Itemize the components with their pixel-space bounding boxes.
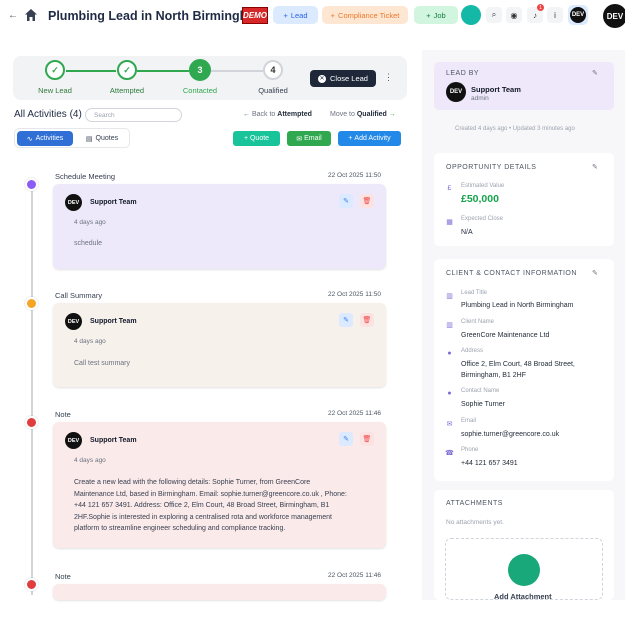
add-job-button[interactable]: + Job: [414, 6, 458, 24]
note-icon: [25, 578, 38, 591]
phone-icon: ☎: [445, 449, 454, 457]
shield-icon[interactable]: ◉: [506, 7, 522, 23]
calendar-icon: [25, 178, 38, 191]
add-compliance-ticket-button[interactable]: + Compliance Ticket: [322, 6, 408, 24]
pound-icon: £: [447, 185, 452, 192]
search-input[interactable]: Search: [85, 108, 182, 122]
activity-tabs: ∿ Activities ▤ Quotes: [14, 128, 130, 148]
delete-icon[interactable]: 🗑: [360, 194, 374, 208]
note-text: Create a new lead with the following det…: [74, 479, 347, 532]
plus-icon: +: [330, 10, 336, 20]
back-to-stage-link[interactable]: ← Back to Attempted: [243, 111, 312, 118]
mail-icon: ✉: [296, 135, 305, 143]
more-options-icon[interactable]: ⋮: [384, 72, 393, 83]
edit-icon[interactable]: ✎: [339, 313, 353, 327]
lead-by-role: admin: [471, 95, 489, 102]
activity-card: DEV Support Team 4 days ago Call test su…: [53, 303, 386, 387]
activity-date: 22 Oct 2025 11:46: [328, 410, 382, 417]
arrow-left-icon: ←: [243, 111, 250, 118]
client-name-value: GreenCore Maintenance Ltd: [461, 332, 550, 339]
activity-card: DEV Support Team 4 days ago schedule ✎ 🗑: [53, 184, 386, 269]
delete-icon[interactable]: 🗑: [360, 432, 374, 446]
activity-date: 22 Oct 2025 11:50: [328, 172, 382, 179]
edit-icon[interactable]: ✎: [592, 69, 598, 77]
email-button[interactable]: ✉ Email: [287, 131, 331, 146]
workspace-avatar[interactable]: DEV: [568, 5, 588, 25]
timeline-line: [31, 185, 33, 595]
add-quote-button[interactable]: + Quote: [233, 131, 280, 146]
home-icon[interactable]: [24, 8, 38, 22]
avatar: DEV: [65, 432, 82, 449]
user-icon: ●: [447, 390, 452, 397]
check-icon: ✓: [117, 60, 137, 80]
lead-title-value: Plumbing Lead in North Birmingham: [461, 302, 574, 309]
step-new-lead[interactable]: ✓ New Lead: [20, 60, 90, 95]
activities-title: All Activities (4): [14, 109, 82, 120]
upload-icon[interactable]: [508, 554, 540, 586]
step-contacted[interactable]: 3 Contacted: [165, 59, 235, 95]
step-qualified[interactable]: 4 Qualified: [238, 60, 308, 95]
check-icon: ✓: [45, 60, 65, 80]
avatar: DEV: [65, 194, 82, 211]
location-pin-icon: ●: [447, 350, 452, 357]
email-value[interactable]: sophie.turner@greencore.co.uk: [461, 429, 559, 440]
tab-activities[interactable]: ∿ Activities: [17, 131, 73, 146]
estimated-value: £50,000: [461, 193, 499, 205]
created-updated-text: Created 4 days ago • Updated 3 minutes a…: [455, 126, 575, 132]
user-avatar[interactable]: DEV: [603, 4, 625, 28]
plus-icon: +: [283, 10, 288, 20]
contact-name-value: Sophie Turner: [461, 401, 505, 408]
back-arrow-icon[interactable]: ←: [8, 10, 18, 21]
activity-type: Call Summary: [55, 291, 103, 300]
plus-icon: +: [426, 10, 431, 20]
page-title: Plumbing Lead in North Birmingh...: [48, 9, 258, 23]
phone-value[interactable]: +44 121 657 3491: [461, 458, 518, 469]
top-bar: ← Plumbing Lead in North Birmingh... DEM…: [0, 0, 625, 32]
note-icon: [25, 416, 38, 429]
search-icon[interactable]: ⌕: [486, 7, 502, 23]
bell-icon[interactable]: ♪ 1: [527, 4, 544, 23]
lead-by-name: Support Team: [471, 85, 521, 94]
phone-icon: [25, 297, 38, 310]
activity-card: [53, 584, 386, 600]
close-icon: ✕: [318, 74, 327, 83]
activity-icon: ∿: [26, 135, 33, 143]
building-icon: ▥: [446, 292, 453, 300]
activity-date: 22 Oct 2025 11:50: [328, 291, 382, 298]
add-activity-button[interactable]: + Add Activity: [338, 131, 401, 146]
edit-icon[interactable]: ✎: [339, 194, 353, 208]
no-attachments-text: No attachments yet.: [446, 519, 504, 526]
info-icon[interactable]: i: [547, 7, 563, 23]
activity-card: DEV Support Team 4 days ago Create a new…: [53, 422, 386, 548]
mail-icon: ✉: [446, 420, 453, 428]
expected-close: N/A: [461, 229, 473, 236]
activity-type: Schedule Meeting: [55, 172, 116, 181]
document-icon: ▤: [85, 135, 93, 143]
activity-type: Note: [55, 410, 71, 419]
app-logo-icon[interactable]: [461, 5, 481, 25]
lead-by-title: LEAD BY: [446, 70, 480, 77]
edit-icon[interactable]: ✎: [592, 163, 598, 171]
avatar: DEV: [65, 313, 82, 330]
notification-badge: 1: [537, 4, 544, 11]
move-to-stage-link[interactable]: Move to Qualified →: [330, 111, 396, 118]
demo-badge: DEMO: [242, 7, 268, 24]
building-icon: ▥: [446, 321, 453, 329]
step-attempted[interactable]: ✓ Attempted: [92, 60, 162, 95]
calendar-icon: ▦: [446, 218, 453, 226]
tab-quotes[interactable]: ▤ Quotes: [81, 131, 123, 146]
avatar: DEV: [446, 82, 466, 102]
delete-icon[interactable]: 🗑: [360, 313, 374, 327]
arrow-right-icon: →: [388, 111, 396, 118]
address-value: Office 2, Elm Court, 48 Broad Street, Bir…: [461, 361, 575, 379]
edit-icon[interactable]: ✎: [339, 432, 353, 446]
activity-date: 22 Oct 2025 11:46: [328, 572, 382, 579]
close-lead-button[interactable]: ✕ Close Lead: [310, 70, 376, 87]
activity-type: Note: [55, 572, 71, 581]
add-attachment-label[interactable]: Add Attachment: [494, 592, 552, 601]
add-lead-button[interactable]: + Lead: [273, 6, 318, 24]
edit-icon[interactable]: ✎: [592, 269, 598, 277]
